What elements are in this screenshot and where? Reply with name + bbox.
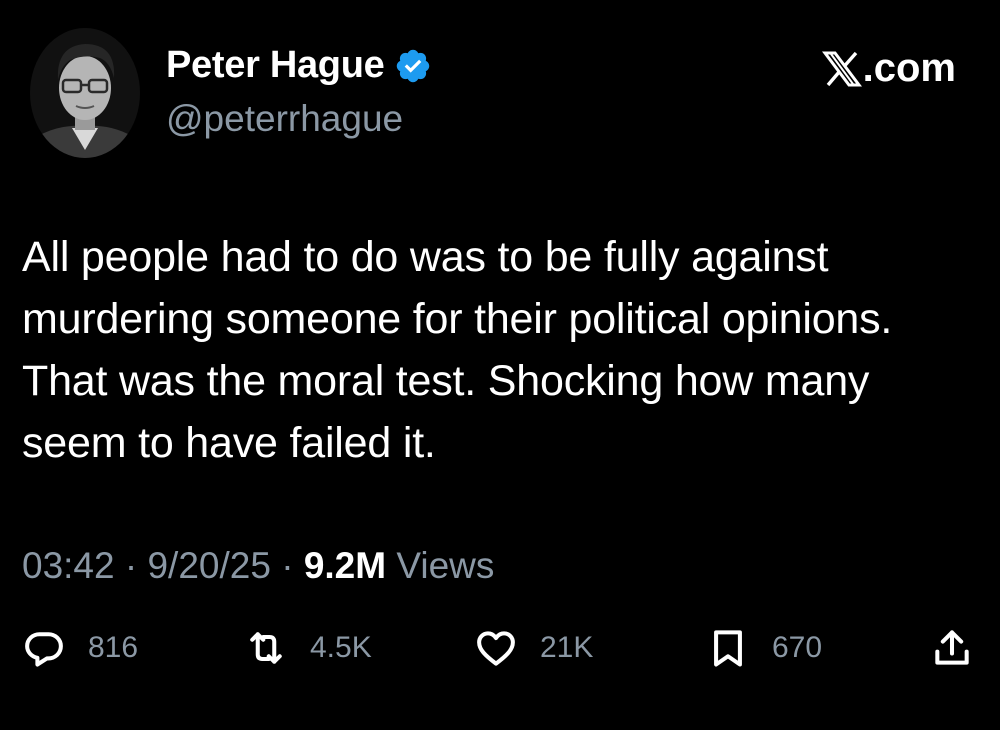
author-name-row: Peter Hague bbox=[166, 44, 432, 87]
repost-count: 4.5K bbox=[310, 631, 372, 664]
meta-separator: · bbox=[114, 545, 148, 586]
like-button[interactable]: 21K bbox=[474, 626, 593, 670]
heart-icon bbox=[477, 631, 515, 666]
bookmark-button[interactable]: 670 bbox=[706, 626, 822, 670]
author-handle[interactable]: @peterrhague bbox=[166, 98, 403, 140]
action-bar: 816 4.5K 21K 670 bbox=[22, 626, 977, 682]
share-button[interactable] bbox=[930, 626, 974, 670]
verified-badge-icon[interactable] bbox=[394, 47, 432, 85]
bookmark-count: 670 bbox=[772, 631, 823, 664]
tweet-time[interactable]: 03:42 bbox=[22, 545, 115, 586]
reply-icon bbox=[25, 632, 63, 667]
like-count: 21K bbox=[540, 631, 594, 664]
avatar[interactable] bbox=[30, 28, 140, 158]
brand-watermark: .com bbox=[821, 46, 956, 91]
x-logo-icon bbox=[821, 51, 862, 86]
repost-icon bbox=[250, 632, 282, 664]
tweet-text: All people had to do was to be fully aga… bbox=[22, 233, 893, 467]
bookmark-icon bbox=[714, 630, 742, 667]
profile-photo-avatar bbox=[30, 28, 140, 158]
views-count[interactable]: 9.2M bbox=[304, 545, 386, 586]
meta-separator: · bbox=[270, 545, 304, 586]
share-icon bbox=[935, 630, 969, 665]
tweet-date[interactable]: 9/20/25 bbox=[147, 545, 270, 586]
repost-button[interactable]: 4.5K bbox=[244, 626, 372, 670]
tweet-meta: 03:42 · 9/20/25 · 9.2M Views bbox=[22, 545, 494, 587]
reply-count: 816 bbox=[88, 631, 139, 664]
brand-domain: .com bbox=[862, 46, 956, 90]
views-label: Views bbox=[386, 545, 495, 586]
author-name[interactable]: Peter Hague bbox=[166, 44, 385, 87]
reply-button[interactable]: 816 bbox=[22, 626, 138, 670]
